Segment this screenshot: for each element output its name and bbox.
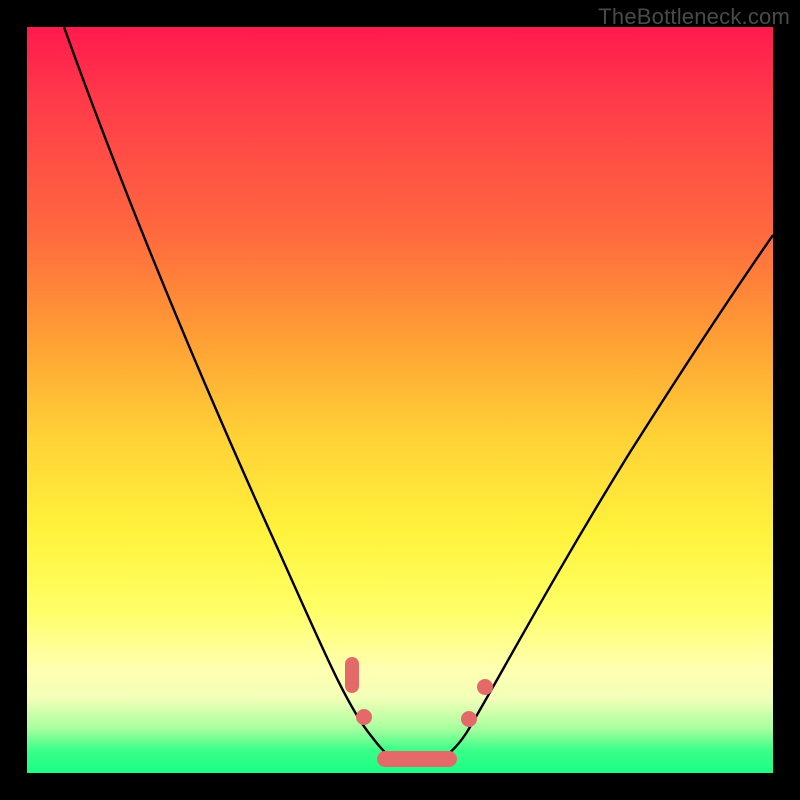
curve-path: [64, 27, 773, 765]
marker-right-2: [477, 679, 493, 695]
bottleneck-curve: [27, 27, 773, 773]
marker-left-1: [345, 657, 359, 693]
marker-left-2: [356, 709, 372, 725]
marker-bottom: [377, 751, 457, 767]
plot-area: [27, 27, 773, 773]
chart-frame: TheBottleneck.com: [0, 0, 800, 800]
marker-right-1: [461, 711, 477, 727]
